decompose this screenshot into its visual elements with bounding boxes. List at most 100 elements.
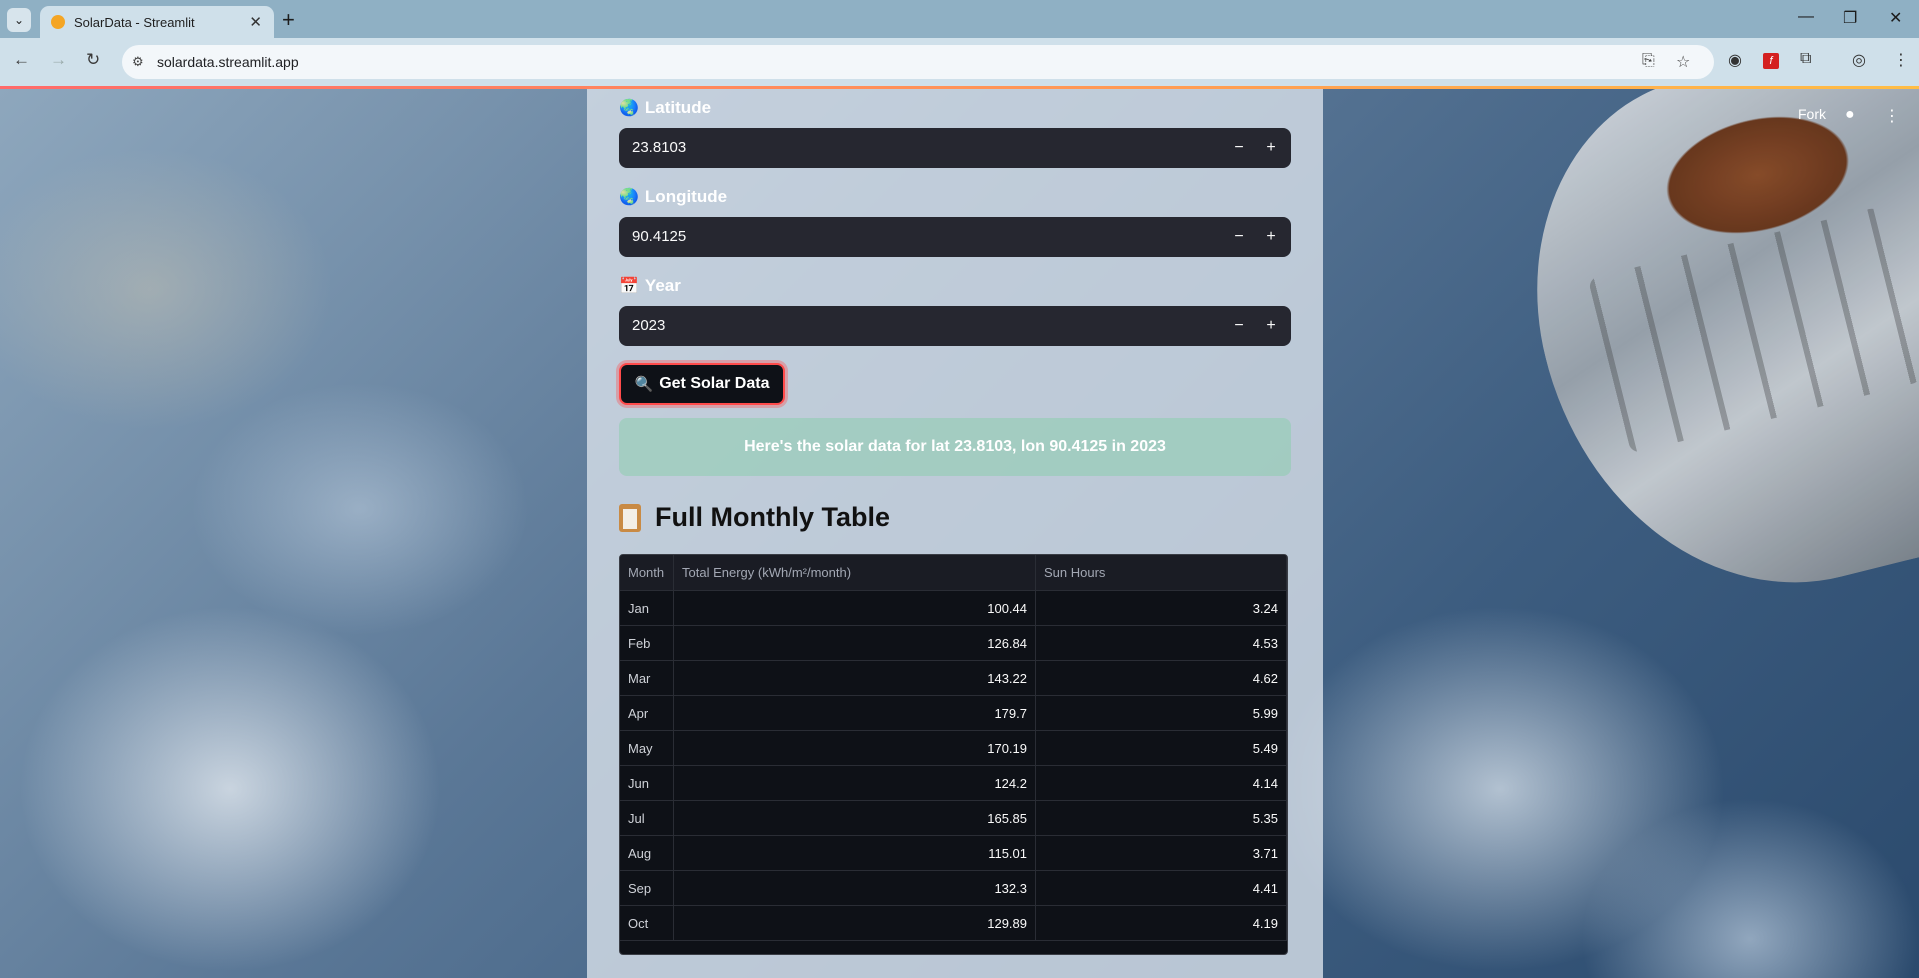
- section-title: Full Monthly Table: [619, 502, 890, 533]
- cell-total-energy[interactable]: 179.7: [673, 695, 1036, 731]
- bookmark-star-icon[interactable]: ☆: [1676, 52, 1690, 72]
- reload-icon[interactable]: ↻: [86, 50, 100, 70]
- tab-title: SolarData - Streamlit: [74, 14, 195, 30]
- cell-month[interactable]: Apr: [620, 695, 674, 731]
- table-row: Mar 143.22 4.62: [620, 660, 1287, 696]
- latitude-label: 🌏 Latitude: [619, 98, 711, 118]
- latitude-value[interactable]: 23.8103: [632, 139, 686, 156]
- site-info-icon[interactable]: ⚙: [132, 54, 144, 70]
- tab-search-button[interactable]: ⌄: [7, 8, 31, 32]
- cell-sun-hours[interactable]: 3.71: [1035, 835, 1287, 871]
- longitude-label-text: Longitude: [644, 187, 728, 206]
- cell-sun-hours[interactable]: 4.53: [1035, 625, 1287, 661]
- sun-favicon-icon: [51, 15, 65, 29]
- get-solar-data-button[interactable]: 🔍 Get Solar Data: [619, 363, 785, 405]
- cell-sun-hours[interactable]: 5.99: [1035, 695, 1287, 731]
- back-icon[interactable]: ←: [13, 50, 30, 70]
- table-header-row: Month Total Energy (kWh/m²/month) Sun Ho…: [620, 555, 1287, 591]
- table-row: Jan 100.44 3.24: [620, 590, 1287, 626]
- table-row: May 170.19 5.49: [620, 730, 1287, 766]
- browser-tab[interactable]: SolarData - Streamlit ✕: [40, 6, 274, 38]
- monthly-data-table[interactable]: Month Total Energy (kWh/m²/month) Sun Ho…: [619, 554, 1288, 955]
- cell-total-energy[interactable]: 165.85: [673, 800, 1036, 836]
- year-value[interactable]: 2023: [632, 317, 665, 334]
- cell-month[interactable]: Jan: [620, 590, 674, 626]
- latitude-increment-button[interactable]: +: [1259, 136, 1283, 160]
- calendar-icon: 📅: [619, 278, 639, 295]
- year-input[interactable]: 2023 − +: [619, 306, 1291, 346]
- longitude-label: 🌏 Longitude: [619, 187, 727, 207]
- extensions-puzzle-icon[interactable]: ⧉: [1800, 50, 1811, 68]
- cell-month[interactable]: May: [620, 730, 674, 766]
- column-header-month[interactable]: Month: [620, 555, 674, 591]
- github-icon[interactable]: ●: [1845, 106, 1855, 124]
- cell-month[interactable]: Mar: [620, 660, 674, 696]
- table-row: Feb 126.84 4.53: [620, 625, 1287, 661]
- cell-total-energy[interactable]: 100.44: [673, 590, 1036, 626]
- table-row: Aug 115.01 3.71: [620, 835, 1287, 871]
- globe-icon: 🌏: [619, 100, 639, 117]
- success-message-text: Here's the solar data for lat 23.8103, l…: [744, 438, 1166, 455]
- cell-sun-hours[interactable]: 4.62: [1035, 660, 1287, 696]
- cell-total-energy[interactable]: 132.3: [673, 870, 1036, 906]
- cell-sun-hours[interactable]: 4.14: [1035, 765, 1287, 801]
- new-tab-icon[interactable]: +: [282, 7, 295, 33]
- table-body: Jan 100.44 3.24 Feb 126.84 4.53 Mar 143.22 4.62 A…: [620, 590, 1287, 941]
- tab-close-icon[interactable]: ✕: [249, 13, 262, 31]
- cell-sun-hours[interactable]: 5.49: [1035, 730, 1287, 766]
- minimize-icon[interactable]: —: [1798, 8, 1814, 26]
- url-text: solardata.streamlit.app: [157, 54, 299, 70]
- column-header-sun-hours[interactable]: Sun Hours: [1035, 555, 1287, 591]
- cell-total-energy[interactable]: 143.22: [673, 660, 1036, 696]
- cell-month[interactable]: Jun: [620, 765, 674, 801]
- year-label-text: Year: [644, 276, 681, 295]
- longitude-increment-button[interactable]: +: [1259, 225, 1283, 249]
- longitude-input[interactable]: 90.4125 − +: [619, 217, 1291, 257]
- cell-sun-hours[interactable]: 4.19: [1035, 905, 1287, 941]
- browser-toolbar: ← → ↻ ⚙ solardata.streamlit.app ⎘ ☆ ◉ ⧉ …: [0, 38, 1919, 86]
- cell-month[interactable]: Jul: [620, 800, 674, 836]
- cell-total-energy[interactable]: 115.01: [673, 835, 1036, 871]
- cell-sun-hours[interactable]: 3.24: [1035, 590, 1287, 626]
- cell-total-energy[interactable]: 126.84: [673, 625, 1036, 661]
- fork-link[interactable]: Fork: [1798, 106, 1826, 122]
- latitude-decrement-button[interactable]: −: [1227, 136, 1251, 160]
- restore-icon[interactable]: ❐: [1843, 8, 1857, 28]
- profile-icon[interactable]: ◎: [1852, 50, 1866, 70]
- cell-total-energy[interactable]: 170.19: [673, 730, 1036, 766]
- table-row: Oct 129.89 4.19: [620, 905, 1287, 941]
- extension-globe-icon[interactable]: ◉: [1728, 50, 1742, 70]
- address-bar[interactable]: ⚙ solardata.streamlit.app ⎘ ☆: [122, 45, 1714, 79]
- magnifier-icon: 🔍: [634, 376, 654, 393]
- success-message: Here's the solar data for lat 23.8103, l…: [619, 418, 1291, 476]
- longitude-decrement-button[interactable]: −: [1227, 225, 1251, 249]
- space-station-image: [1488, 89, 1919, 634]
- column-header-total-energy[interactable]: Total Energy (kWh/m²/month): [673, 555, 1036, 591]
- cell-total-energy[interactable]: 124.2: [673, 765, 1036, 801]
- latitude-input[interactable]: 23.8103 − +: [619, 128, 1291, 168]
- latitude-label-text: Latitude: [644, 98, 712, 117]
- clipboard-icon: [619, 503, 641, 532]
- app-menu-icon[interactable]: ⋮: [1884, 106, 1900, 126]
- cell-month[interactable]: Sep: [620, 870, 674, 906]
- cell-month[interactable]: Feb: [620, 625, 674, 661]
- year-decrement-button[interactable]: −: [1227, 314, 1251, 338]
- table-row: Jul 165.85 5.35: [620, 800, 1287, 836]
- window-close-icon[interactable]: ✕: [1889, 8, 1902, 28]
- install-app-icon[interactable]: ⎘: [1642, 52, 1655, 70]
- get-solar-data-label: Get Solar Data: [659, 375, 770, 392]
- forward-icon[interactable]: →: [50, 50, 67, 70]
- cell-month[interactable]: Aug: [620, 835, 674, 871]
- chevron-down-icon: ⌄: [13, 13, 25, 27]
- longitude-value[interactable]: 90.4125: [632, 228, 686, 245]
- cell-sun-hours[interactable]: 5.35: [1035, 800, 1287, 836]
- extension-flash-icon[interactable]: f: [1763, 53, 1779, 69]
- cell-total-energy[interactable]: 129.89: [673, 905, 1036, 941]
- cell-month[interactable]: Oct: [620, 905, 674, 941]
- year-increment-button[interactable]: +: [1259, 314, 1283, 338]
- cell-sun-hours[interactable]: 4.41: [1035, 870, 1287, 906]
- section-title-text: Full Monthly Table: [655, 502, 890, 532]
- table-row: Apr 179.7 5.99: [620, 695, 1287, 731]
- table-row: Sep 132.3 4.41: [620, 870, 1287, 906]
- browser-menu-icon[interactable]: ⋮: [1893, 50, 1909, 70]
